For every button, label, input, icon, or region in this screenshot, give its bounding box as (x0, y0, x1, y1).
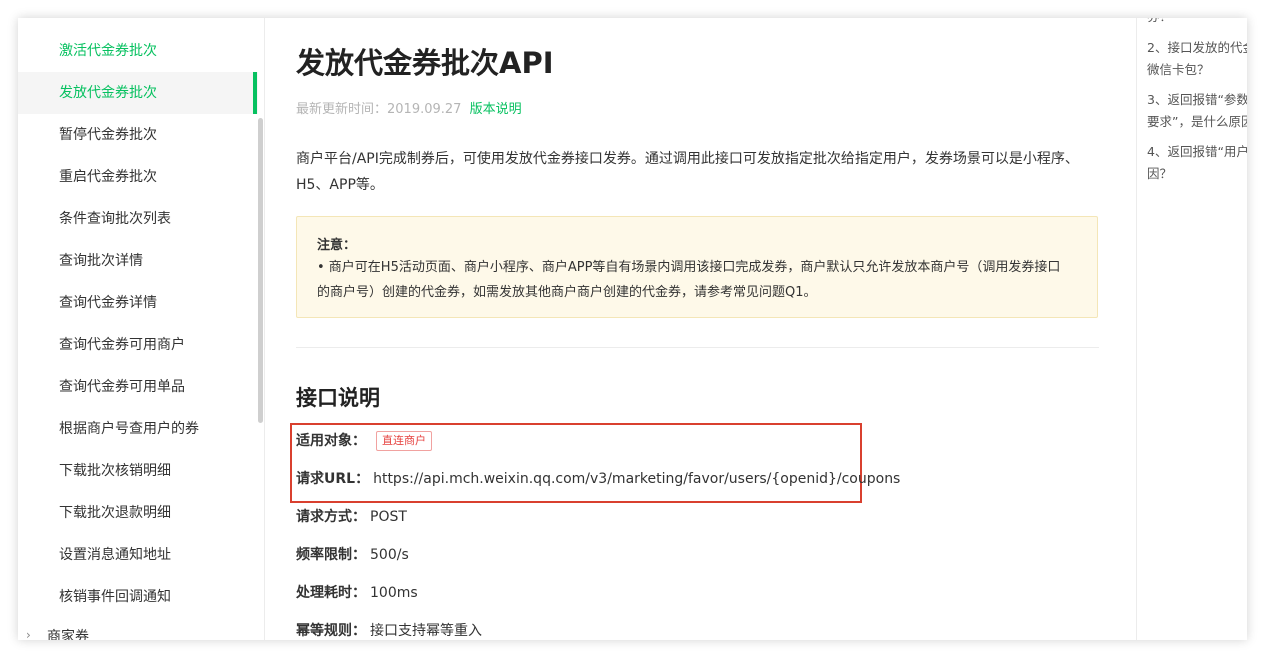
sidebar-item-restart-batch[interactable]: 重启代金券批次 (18, 156, 258, 198)
sidebar-group-label: 商家券 (47, 629, 89, 640)
faq-item-1-line: 券？ (1147, 18, 1247, 28)
sidebar-item-download-redeem[interactable]: 下载批次核销明细 (18, 450, 258, 492)
faq-panel: 券？ 2、接口发放的代金 微信卡包？ 3、返回报错“参数 要求”，是什么原因 4… (1136, 18, 1247, 640)
sidebar-item-activate-batch[interactable]: 激活代金券批次 (18, 30, 258, 72)
section-divider (296, 347, 1099, 348)
faq-item-4-line-1: 4、返回报错“用户 (1147, 144, 1247, 159)
main-content: 发放代金券批次API 最新更新时间：2019.09.27 版本说明 商户平台/A… (265, 18, 1135, 640)
field-time-value: 100ms (370, 585, 418, 601)
field-url-key: 请求URL： (296, 471, 370, 487)
updated-time: 最新更新时间：2019.09.27 (296, 102, 462, 117)
field-idempotent-key: 幂等规则： (296, 623, 366, 639)
field-url-value: https://api.mch.weixin.qq.com/v3/marketi… (373, 471, 901, 487)
faq-item-3-line-2: 要求”，是什么原因 (1147, 114, 1247, 129)
update-meta: 最新更新时间：2019.09.27 版本说明 (296, 98, 522, 117)
notice-text: • 商户可在H5活动页面、商户小程序、商户APP等自有场景内调用该接口完成发券，… (317, 260, 1061, 300)
sidebar-item-user-coupons[interactable]: 根据商户号查用户的券 (18, 408, 258, 450)
notice-title: 注意： (317, 238, 357, 253)
browser-page: 激活代金券批次 发放代金券批次 暂停代金券批次 重启代金券批次 条件查询批次列表… (18, 18, 1247, 640)
sidebar-item-available-merchants[interactable]: 查询代金券可用商户 (18, 324, 258, 366)
sidebar-item-query-batch-list[interactable]: 条件查询批次列表 (18, 198, 258, 240)
field-method: 请求方式： POST (296, 506, 407, 528)
section-title-api-info: 接口说明 (296, 386, 380, 410)
sidebar-item-coupon-detail[interactable]: 查询代金券详情 (18, 282, 258, 324)
faq-item-3[interactable]: 3、返回报错“参数 要求”，是什么原因 (1147, 89, 1247, 133)
field-method-key: 请求方式： (296, 509, 366, 525)
faq-item-4[interactable]: 4、返回报错“用户 因？ (1147, 141, 1247, 185)
chevron-right-icon: › (26, 628, 31, 640)
sidebar-group-merchant-coupon[interactable]: › 商家券 (18, 626, 258, 640)
field-rate-limit: 频率限制： 500/s (296, 544, 409, 566)
field-time-key: 处理耗时： (296, 585, 366, 601)
sidebar-item-batch-detail[interactable]: 查询批次详情 (18, 240, 258, 282)
field-target-key: 适用对象： (296, 433, 366, 449)
field-method-value: POST (370, 509, 407, 525)
faq-item-2-line-2: 微信卡包？ (1147, 62, 1210, 77)
field-idempotent-value: 接口支持幂等重入 (370, 623, 482, 639)
field-idempotent: 幂等规则： 接口支持幂等重入 (296, 620, 482, 640)
faq-item-3-line-1: 3、返回报错“参数 (1147, 92, 1247, 107)
sidebar-item-pause-batch[interactable]: 暂停代金券批次 (18, 114, 258, 156)
active-indicator (253, 72, 257, 114)
badge-direct-merchant: 直连商户 (376, 431, 432, 451)
notice-box: 注意： • 商户可在H5活动页面、商户小程序、商户APP等自有场景内调用该接口完… (296, 216, 1098, 318)
sidebar-item-send-batch[interactable]: 发放代金券批次 (18, 72, 258, 114)
api-description: 商户平台/API完成制券后，可使用发放代金券接口发券。通过调用此接口可发放指定批… (296, 151, 1079, 193)
sidebar-nav: 激活代金券批次 发放代金券批次 暂停代金券批次 重启代金券批次 条件查询批次列表… (18, 18, 265, 640)
faq-item-1[interactable]: 券？ (1147, 18, 1247, 28)
field-processing-time: 处理耗时： 100ms (296, 582, 418, 604)
sidebar-item-redeem-callback[interactable]: 核销事件回调通知 (18, 576, 258, 618)
faq-item-2[interactable]: 2、接口发放的代金 微信卡包？ (1147, 37, 1247, 81)
sidebar-item-available-items[interactable]: 查询代金券可用单品 (18, 366, 258, 408)
faq-item-4-line-2: 因？ (1147, 166, 1173, 181)
sidebar-item-download-refund[interactable]: 下载批次退款明细 (18, 492, 258, 534)
field-rate-key: 频率限制： (296, 547, 366, 563)
field-request-url: 请求URL： https://api.mch.weixin.qq.com/v3/m… (296, 468, 900, 490)
sidebar-item-notify-url[interactable]: 设置消息通知地址 (18, 534, 258, 576)
page-title: 发放代金券批次API (296, 46, 554, 80)
version-notes-link[interactable]: 版本说明 (470, 102, 522, 117)
field-rate-value: 500/s (370, 547, 409, 563)
field-target: 适用对象： 直连商户 (296, 430, 432, 452)
faq-item-2-line-1: 2、接口发放的代金 (1147, 40, 1247, 55)
sidebar-scrollbar[interactable] (258, 118, 263, 423)
